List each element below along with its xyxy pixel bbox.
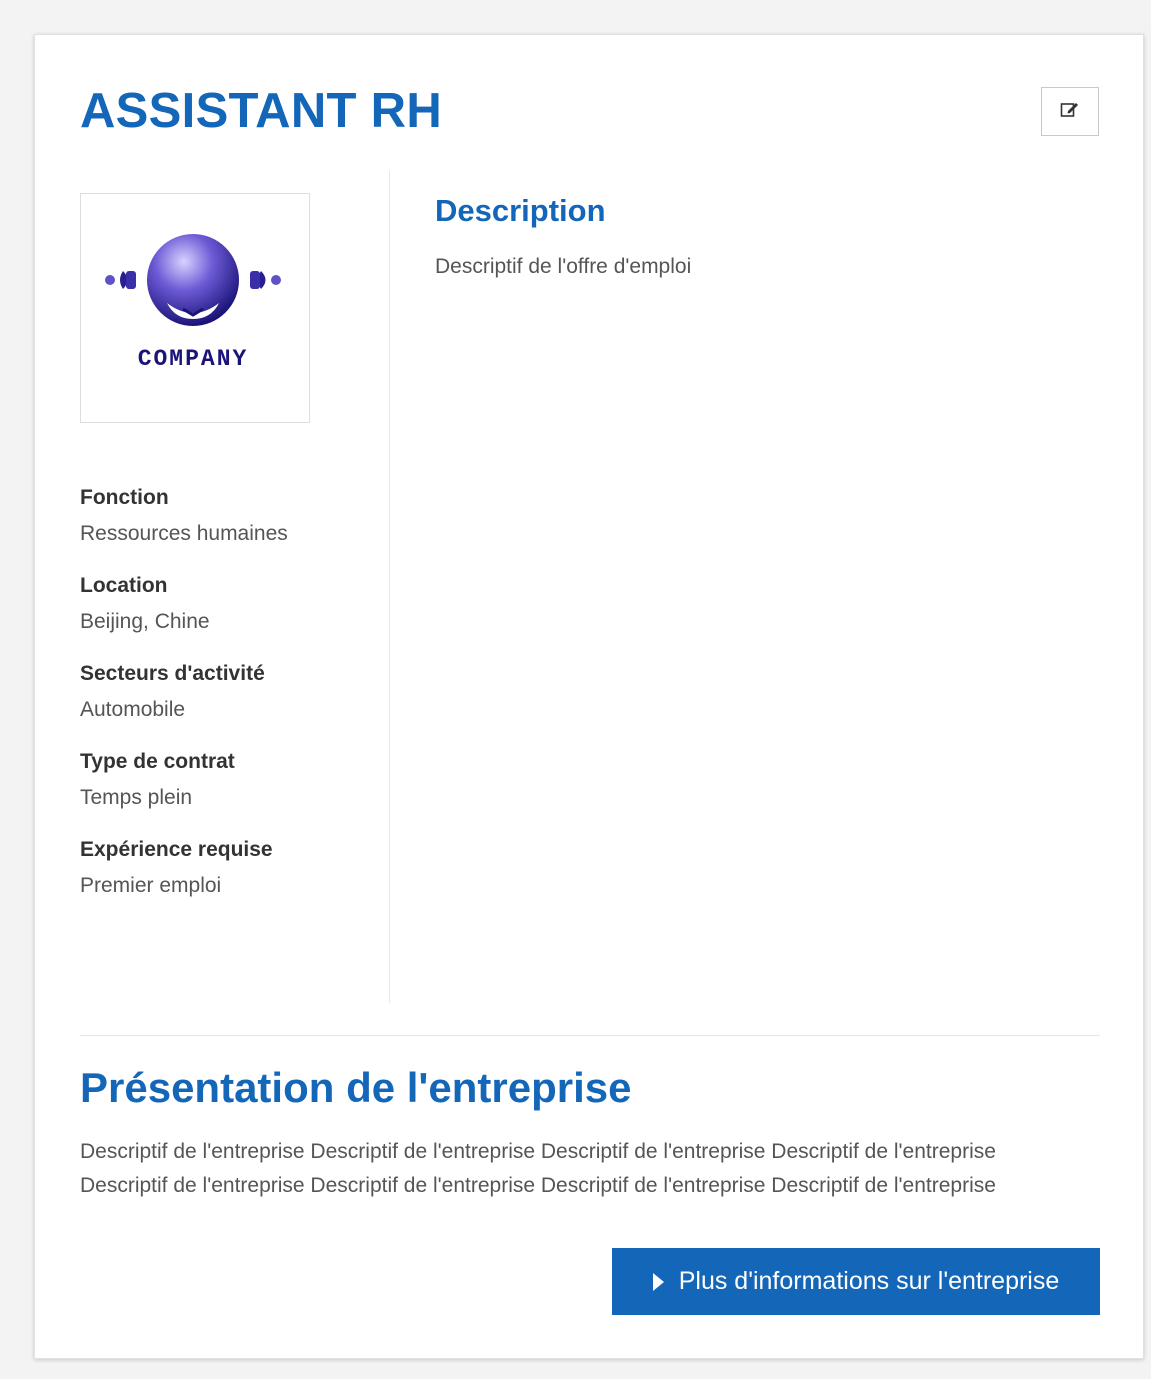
job-offer-card: ASSISTANT RH COMPANY Fonction Ressources… xyxy=(34,34,1144,1359)
detail-label: Location xyxy=(80,574,168,597)
job-title: ASSISTANT RH xyxy=(80,84,443,138)
description-section: Description Descriptif de l'offre d'empl… xyxy=(435,191,1085,281)
company-description-line: Descriptif de l'entreprise Descriptif de… xyxy=(80,1174,996,1197)
company-heading: Présentation de l'entreprise xyxy=(80,1064,632,1111)
detail-label: Type de contrat xyxy=(80,750,235,773)
detail-fonction: Fonction Ressources humaines xyxy=(80,485,380,548)
description-heading: Description xyxy=(435,193,606,228)
job-details: Fonction Ressources humaines Location Be… xyxy=(80,485,380,900)
detail-label: Fonction xyxy=(80,486,169,509)
company-description: Descriptif de l'entreprise Descriptif de… xyxy=(80,1135,1110,1203)
company-info-button-label: Plus d'informations sur l'entreprise xyxy=(678,1267,1060,1295)
detail-secteurs: Secteurs d'activité Automobile xyxy=(80,661,380,724)
column-divider xyxy=(389,171,390,1003)
section-divider xyxy=(80,1035,1100,1036)
company-logo-text: COMPANY xyxy=(138,346,249,372)
detail-value: Premier emploi xyxy=(80,874,222,897)
detail-location: Location Beijing, Chine xyxy=(80,573,380,636)
description-text: Descriptif de l'offre d'emploi xyxy=(435,255,692,278)
detail-label: Secteurs d'activité xyxy=(80,662,265,685)
detail-label: Expérience requise xyxy=(80,838,273,861)
job-sidebar: COMPANY Fonction Ressources humaines Loc… xyxy=(80,193,380,925)
detail-value: Ressources humaines xyxy=(80,522,288,545)
detail-type-contrat: Type de contrat Temps plein xyxy=(80,749,380,812)
detail-experience: Expérience requise Premier emploi xyxy=(80,837,380,900)
detail-value: Automobile xyxy=(80,698,186,721)
page: ASSISTANT RH COMPANY Fonction Ressources… xyxy=(0,0,1151,1379)
company-info-button[interactable]: Plus d'informations sur l'entreprise xyxy=(612,1248,1100,1315)
detail-value: Temps plein xyxy=(80,786,193,809)
edit-icon xyxy=(1060,100,1080,123)
company-description-line: Descriptif de l'entreprise Descriptif de… xyxy=(80,1140,996,1163)
edit-button[interactable] xyxy=(1041,87,1099,136)
detail-value: Beijing, Chine xyxy=(80,610,210,633)
caret-right-icon xyxy=(652,1272,664,1291)
company-logo-image: COMPANY xyxy=(105,234,281,372)
company-logo: COMPANY xyxy=(80,193,310,423)
